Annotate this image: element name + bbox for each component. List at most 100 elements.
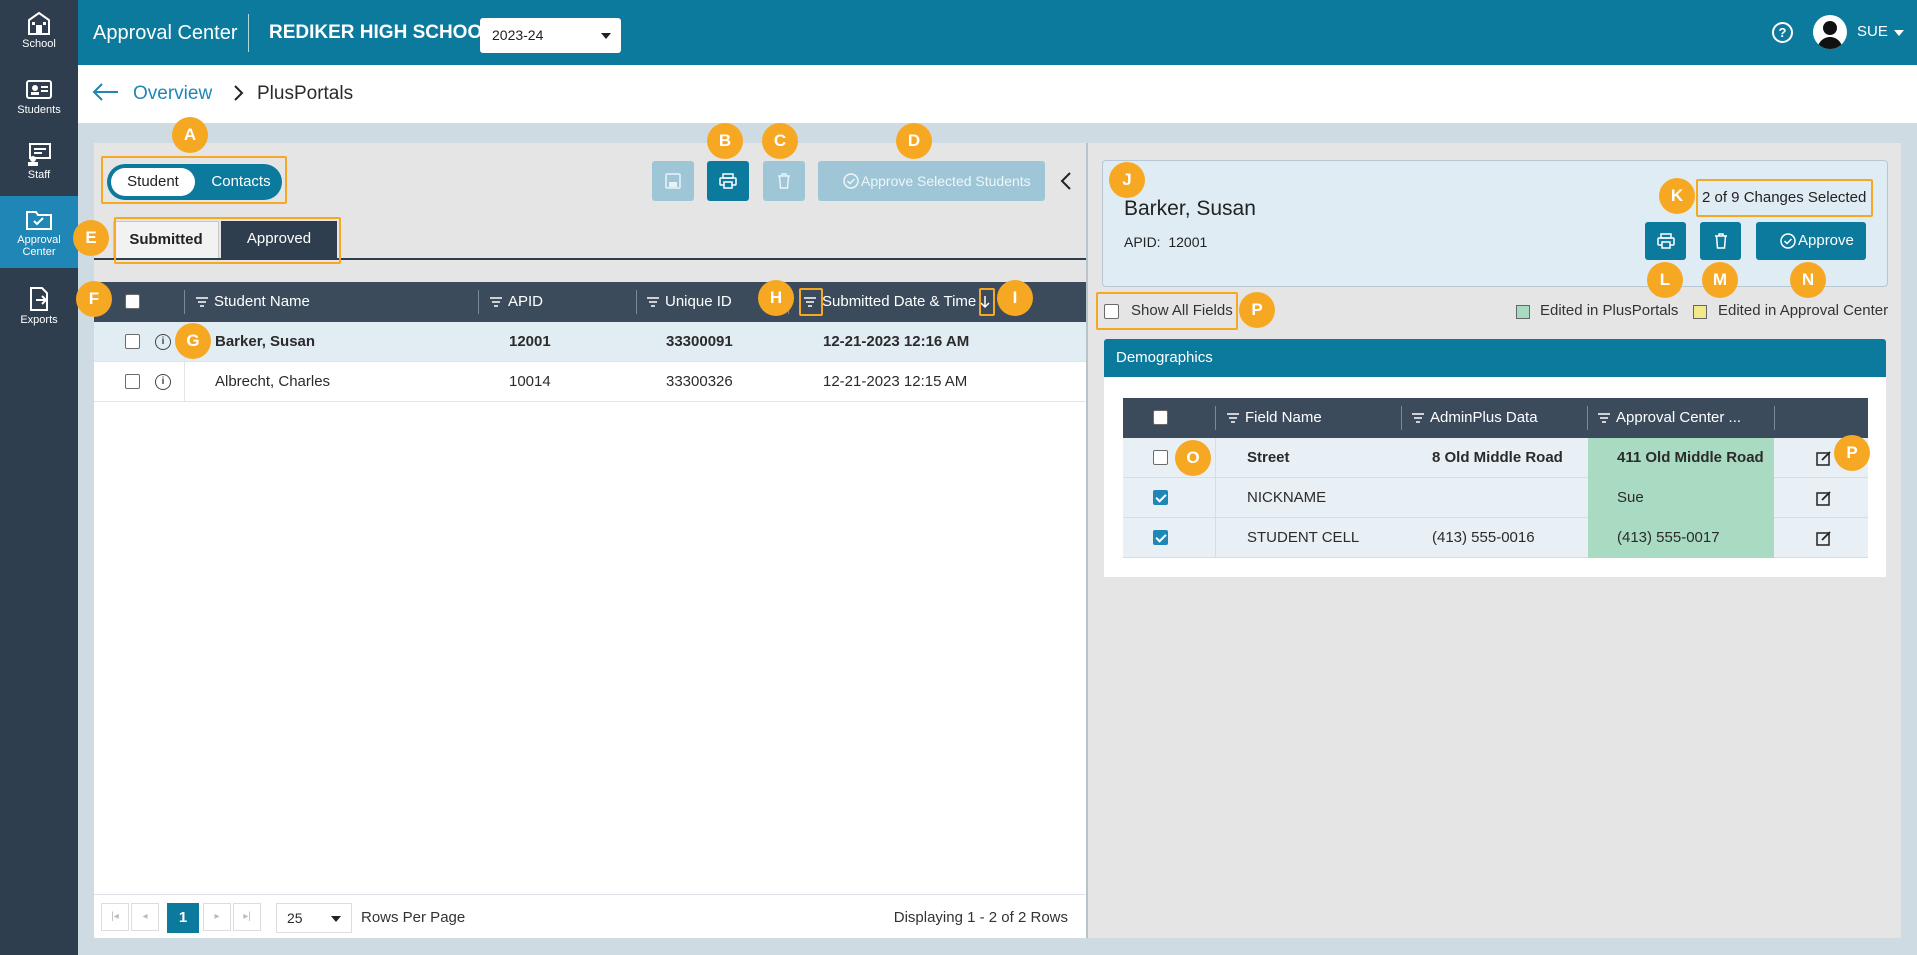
- detail-delete-button[interactable]: [1700, 222, 1741, 260]
- fields-grid-header: Field Name AdminPlus Data Approval Cente…: [1123, 398, 1868, 438]
- cell-apid: 12001: [509, 333, 551, 350]
- page-size-select[interactable]: 25: [276, 903, 352, 933]
- display-count: Displaying 1 - 2 of 2 Rows: [893, 909, 1068, 926]
- callout-p-edit: P: [1834, 435, 1870, 471]
- field-row-student-cell[interactable]: STUDENT CELL (413) 555-0016 (413) 555-00…: [1123, 518, 1868, 558]
- table-row[interactable]: i Albrecht, Charles 10014 33300326 12-21…: [94, 362, 1086, 402]
- field-checkbox[interactable]: [1153, 490, 1168, 505]
- breadcrumb-chevron-icon: [234, 85, 244, 101]
- check-circle-icon: [1780, 233, 1796, 249]
- page-size-value: 25: [287, 910, 303, 926]
- column-label: Approval Center ...: [1616, 409, 1742, 426]
- callout-e: E: [73, 220, 109, 256]
- students-grid-header: Student Name APID Unique ID Submitted Da…: [94, 282, 1086, 322]
- school-name: REDIKER HIGH SCHOOL: [269, 22, 494, 43]
- column-header-field-name[interactable]: Field Name: [1227, 398, 1322, 438]
- callout-c: C: [762, 123, 798, 159]
- field-checkbox[interactable]: [1153, 450, 1168, 465]
- select-all-fields-checkbox[interactable]: [1153, 410, 1168, 425]
- breadcrumb-current: PlusPortals: [257, 83, 354, 104]
- prev-page-button[interactable]: ◂: [131, 903, 159, 931]
- row-separator: [184, 362, 185, 402]
- rail-item-approval-center[interactable]: Approval Center: [0, 196, 78, 268]
- table-row[interactable]: i Barker, Susan 12001 33300091 12-21-202…: [94, 322, 1086, 362]
- callout-p-show-all: P: [1239, 292, 1275, 328]
- callout-h: H: [758, 280, 794, 316]
- field-row-street[interactable]: Street 8 Old Middle Road 411 Old Middle …: [1123, 438, 1868, 478]
- trash-icon: [1714, 233, 1727, 249]
- approval-center-icon: [26, 211, 52, 230]
- highlight-sort: [979, 288, 995, 316]
- column-header-student-name[interactable]: Student Name: [196, 282, 310, 322]
- approve-button[interactable]: Approve: [1756, 222, 1866, 260]
- callout-k: K: [1659, 178, 1695, 214]
- students-grid: i Barker, Susan 12001 33300091 12-21-202…: [94, 322, 1086, 894]
- highlight-changes: [1696, 179, 1873, 217]
- edit-icon[interactable]: [1816, 450, 1832, 466]
- avatar[interactable]: [1813, 15, 1847, 49]
- filter-icon[interactable]: [1598, 413, 1610, 423]
- title-divider: [248, 14, 249, 52]
- column-header-adminplus[interactable]: AdminPlus Data: [1412, 398, 1538, 438]
- rail-item-school[interactable]: School: [0, 0, 78, 64]
- school-year-select[interactable]: 2023-24: [480, 18, 621, 53]
- column-header-submitted[interactable]: Submitted Date & Time: [804, 282, 990, 322]
- cell-submitted: 12-21-2023 12:16 AM: [823, 333, 970, 350]
- info-icon[interactable]: i: [155, 334, 171, 350]
- breadcrumb-overview[interactable]: Overview: [133, 83, 212, 105]
- info-icon[interactable]: i: [155, 374, 171, 390]
- rail-item-students[interactable]: Students: [0, 66, 78, 130]
- column-header-apid[interactable]: APID: [490, 282, 543, 322]
- field-checkbox[interactable]: [1153, 530, 1168, 545]
- demographics-section-header[interactable]: Demographics: [1104, 339, 1886, 377]
- edit-icon[interactable]: [1816, 490, 1832, 506]
- column-header-approval-center[interactable]: Approval Center ...: [1598, 398, 1741, 438]
- print-button[interactable]: [707, 161, 749, 201]
- delete-button[interactable]: [763, 161, 805, 201]
- apid-value: 12001: [1168, 234, 1208, 250]
- next-page-button[interactable]: ▸: [203, 903, 231, 931]
- filter-icon[interactable]: [1227, 413, 1239, 423]
- filter-icon[interactable]: [1412, 413, 1424, 423]
- row-checkbox[interactable]: [125, 374, 140, 389]
- rail-item-staff[interactable]: Staff: [0, 131, 78, 195]
- column-label: AdminPlus Data: [1430, 409, 1538, 426]
- school-year-value: 2023-24: [492, 27, 544, 43]
- column-separator: [1215, 406, 1216, 430]
- user-name[interactable]: SUE: [1857, 23, 1888, 40]
- current-page[interactable]: 1: [167, 903, 199, 933]
- filter-icon[interactable]: [490, 297, 502, 307]
- first-page-button[interactable]: |◂: [101, 903, 129, 931]
- pager: |◂ ◂ 1 ▸ ▸| 25 Rows Per Page Displaying …: [94, 894, 1086, 938]
- save-button[interactable]: [652, 161, 694, 201]
- left-nav-rail: School Students Staff Approval Center Ex…: [0, 0, 78, 955]
- user-menu-chevron-icon[interactable]: [1894, 30, 1904, 36]
- field-row-nickname[interactable]: NICKNAME Sue: [1123, 478, 1868, 518]
- row-separator: [1215, 438, 1216, 478]
- help-icon[interactable]: ?: [1772, 22, 1793, 43]
- row-checkbox[interactable]: [125, 334, 140, 349]
- approve-selected-students-button[interactable]: Approve Selected Students: [818, 161, 1045, 201]
- detail-print-button[interactable]: [1645, 222, 1686, 260]
- back-arrow-icon[interactable]: [92, 82, 120, 102]
- collapse-panel-icon[interactable]: [1060, 171, 1072, 191]
- edit-icon[interactable]: [1816, 530, 1832, 546]
- column-header-unique-id[interactable]: Unique ID: [647, 282, 732, 322]
- rail-item-exports[interactable]: Exports: [0, 276, 78, 340]
- callout-f: F: [76, 281, 112, 317]
- callout-a: A: [172, 117, 208, 153]
- highlight-filter: [799, 288, 823, 316]
- callout-i: I: [997, 280, 1033, 316]
- students-icon: [26, 80, 52, 99]
- legend-swatch-plusportals: [1516, 305, 1530, 319]
- chevron-down-icon: [601, 33, 611, 39]
- filter-icon[interactable]: [647, 297, 659, 307]
- legend-swatch-approval-center: [1693, 305, 1707, 319]
- last-page-button[interactable]: ▸|: [233, 903, 261, 931]
- select-all-checkbox[interactable]: [125, 294, 140, 309]
- filter-icon[interactable]: [196, 297, 208, 307]
- column-separator: [478, 290, 479, 314]
- rail-label-exports: Exports: [20, 314, 58, 326]
- detail-student-name: Barker, Susan: [1124, 197, 1256, 220]
- detail-apid: APID: 12001: [1124, 234, 1207, 250]
